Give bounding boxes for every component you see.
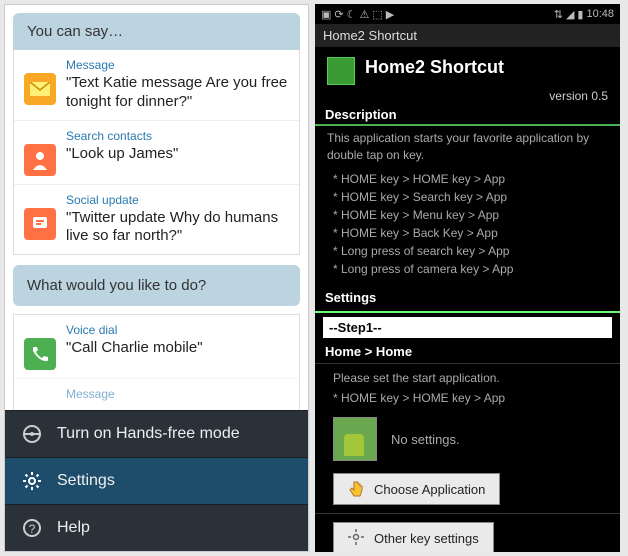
please-set-text: Please set the start application. — [315, 368, 620, 389]
settings-header: Settings — [315, 286, 620, 307]
android-icon — [333, 417, 377, 461]
app-icon — [327, 57, 355, 85]
prompt-bubble: What would you like to do? — [13, 265, 300, 306]
list-item: * HOME key > Search key > App — [333, 188, 608, 206]
example-quote: "Twitter update Why do humans live so fa… — [66, 209, 289, 247]
help-icon: ? — [21, 517, 43, 539]
menu-label: Help — [57, 519, 90, 537]
svg-text:?: ? — [29, 522, 36, 536]
example-quote: "Look up James" — [66, 145, 289, 164]
example-category: Message — [66, 387, 289, 401]
example-category: Voice dial — [66, 323, 289, 337]
status-icon: ⬚ — [372, 8, 382, 21]
list-item: * Long press of search key > App — [333, 242, 608, 260]
example-social[interactable]: Social update "Twitter update Why do hum… — [14, 184, 299, 255]
home2-shortcut-screen: ▣ ⟳ ☾ ⚠ ⬚ ▶ ⇅ ◢ ▮ 10:48 Home2 Shortcut H… — [315, 4, 620, 552]
message-icon — [24, 73, 56, 105]
phone-icon — [24, 338, 56, 370]
menu-settings[interactable]: Settings — [5, 457, 308, 504]
list-item: * Long press of camera key > App — [333, 260, 608, 278]
divider — [315, 363, 620, 364]
choose-application-button[interactable]: Choose Application — [333, 473, 500, 505]
menu-help[interactable]: ? Help — [5, 504, 308, 551]
app-version: version 0.5 — [315, 89, 608, 103]
home-home-label: Home > Home — [315, 340, 620, 359]
clock: 10:48 — [586, 8, 614, 20]
hand-pointer-icon — [348, 480, 366, 498]
example-message[interactable]: Message "Text Katie message Are you free… — [14, 50, 299, 120]
please-set-item: * HOME key > HOME key > App — [315, 388, 620, 409]
voice-assistant-screen: You can say… Message "Text Katie message… — [4, 4, 309, 552]
example-category: Social update — [66, 193, 289, 207]
battery-icon: ▮ — [577, 8, 583, 21]
button-label: Choose Application — [374, 482, 485, 497]
steering-wheel-icon — [21, 423, 43, 445]
status-icon: ⟳ — [334, 8, 343, 21]
status-icon: ▶ — [386, 8, 394, 21]
description-header: Description — [315, 103, 620, 124]
divider — [315, 124, 620, 126]
example-quote: "Text Katie message Are you free tonight… — [66, 74, 289, 112]
description-list: * HOME key > HOME key > App * HOME key >… — [315, 168, 620, 286]
list-item: * HOME key > HOME key > App — [333, 170, 608, 188]
menu-label: Turn on Hands-free mode — [57, 425, 240, 443]
no-settings-row[interactable]: No settings. — [315, 409, 620, 469]
example-voice-dial[interactable]: Voice dial "Call Charlie mobile" — [14, 315, 299, 378]
example-quote: "Call Charlie mobile" — [66, 339, 289, 358]
app-title: Home2 Shortcut — [365, 57, 608, 78]
menu-handsfree[interactable]: Turn on Hands-free mode — [5, 410, 308, 457]
example-contacts[interactable]: Search contacts "Look up James" — [14, 120, 299, 184]
list-item: * HOME key > Back Key > App — [333, 224, 608, 242]
example-category: Search contacts — [66, 129, 289, 143]
status-icon: ☾ — [347, 8, 357, 21]
window-title: Home2 Shortcut — [315, 24, 620, 47]
list-item: * HOME key > Menu key > App — [333, 206, 608, 224]
status-bar: ▣ ⟳ ☾ ⚠ ⬚ ▶ ⇅ ◢ ▮ 10:48 — [315, 4, 620, 24]
signal-icon: ◢ — [566, 8, 574, 21]
contact-icon — [24, 144, 56, 176]
step1-label: --Step1-- — [323, 317, 612, 338]
other-key-settings-button[interactable]: Other key settings — [333, 522, 494, 552]
overflow-menu: Turn on Hands-free mode Settings ? Help — [5, 410, 308, 551]
divider — [315, 311, 620, 313]
menu-label: Settings — [57, 472, 115, 490]
status-icon: ⚠ — [360, 8, 370, 21]
button-label: Other key settings — [374, 531, 479, 546]
examples-card: Message "Text Katie message Are you free… — [13, 50, 300, 255]
divider — [315, 513, 620, 514]
wifi-icon: ⇅ — [554, 8, 563, 21]
example-category: Message — [66, 58, 289, 72]
status-icon: ▣ — [321, 8, 331, 21]
gear-icon — [21, 470, 43, 492]
gear-icon — [348, 529, 366, 547]
you-can-say-header: You can say… — [13, 13, 300, 50]
no-settings-text: No settings. — [391, 432, 460, 447]
description-text: This application starts your favorite ap… — [315, 130, 620, 168]
app-header: Home2 Shortcut — [315, 47, 620, 91]
social-icon — [24, 208, 56, 240]
